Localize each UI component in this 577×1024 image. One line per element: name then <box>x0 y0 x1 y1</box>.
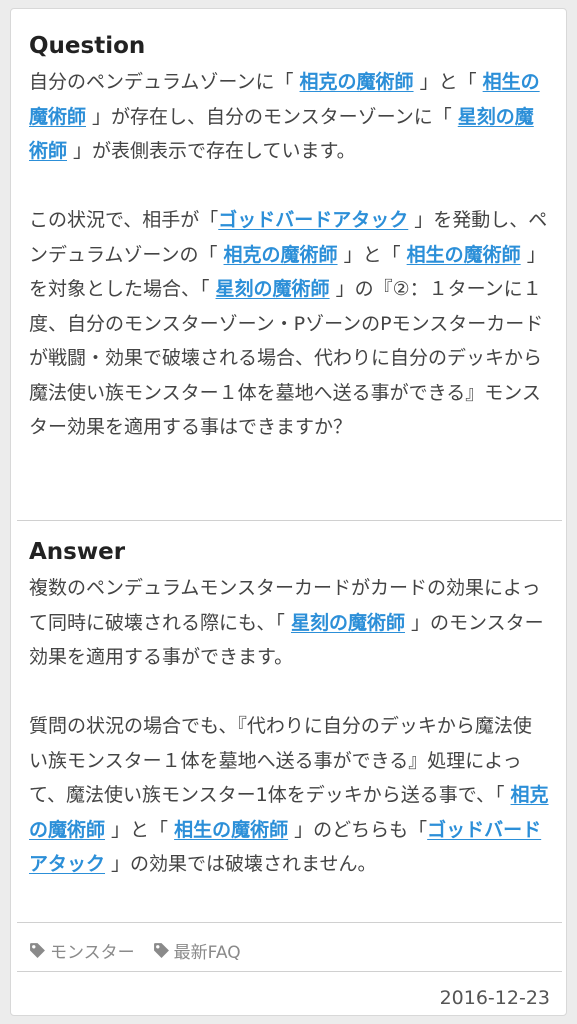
tag-list: モンスター 最新FAQ <box>29 937 241 963</box>
section-divider <box>17 520 562 521</box>
card-name-link[interactable]: 相克の魔術師 <box>300 71 414 93</box>
question-paragraph-1: 自分のペンデュラムゾーンに「 相克の魔術師 」と「 相生の魔術師 」が存在し、自… <box>29 65 550 169</box>
text-run: 」と「 <box>105 818 175 841</box>
answer-paragraph-2: 質問の状況の場合でも、『代わりに自分のデッキから魔法使い族モンスター１体を墓地へ… <box>29 709 550 882</box>
tag-monster[interactable]: モンスター <box>29 938 135 963</box>
text-run: 質問の状況の場合でも、『代わりに自分のデッキから魔法使い族モンスター１体を墓地へ… <box>29 715 532 806</box>
answer-body: 複数のペンデュラムモンスターカードがカードの効果によって同時に破壊される際にも、… <box>29 571 550 882</box>
answer-section: Answer 複数のペンデュラムモンスターカードがカードの効果によって同時に破壊… <box>11 537 568 882</box>
text-run: 」と「 <box>413 71 483 93</box>
answer-heading: Answer <box>29 539 126 565</box>
text-run: 」のどちらも「 <box>288 818 428 841</box>
card-name-link[interactable]: 相生の魔術師 <box>174 819 288 841</box>
tag-icon <box>153 942 169 958</box>
text-run: 」と「 <box>337 243 407 266</box>
question-heading: Question <box>29 33 146 59</box>
card-name-link[interactable]: 相克の魔術師 <box>224 244 338 266</box>
question-body: 自分のペンデュラムゾーンに「 相克の魔術師 」と「 相生の魔術師 」が存在し、自… <box>29 65 550 445</box>
tag-latest-faq[interactable]: 最新FAQ <box>153 938 241 963</box>
card-name-link[interactable]: 相生の魔術師 <box>407 244 521 266</box>
text-run: この状況で、相手が「 <box>29 209 219 231</box>
text-run: 自分のペンデュラムゾーンに「 <box>29 71 300 93</box>
tag-label: 最新FAQ <box>173 942 241 963</box>
text-run: 」が表側表示で存在しています。 <box>67 140 356 162</box>
text-run: 」が存在し、自分のモンスターゾーンに「 <box>86 105 458 128</box>
faq-card: Question 自分のペンデュラムゾーンに「 相克の魔術師 」と「 相生の魔術… <box>10 8 567 1016</box>
question-paragraph-2: この状況で、相手が「ゴッドバードアタック 」を発動し、ペンデュラムゾーンの「 相… <box>29 203 550 445</box>
tag-label: モンスター <box>50 942 135 963</box>
question-section: Question 自分のペンデュラムゾーンに「 相克の魔術師 」と「 相生の魔術… <box>11 31 568 445</box>
answer-paragraph-1: 複数のペンデュラムモンスターカードがカードの効果によって同時に破壊される際にも、… <box>29 571 550 675</box>
text-run: 」の効果では破壊されません。 <box>105 853 377 875</box>
date-divider <box>17 971 562 972</box>
tag-icon <box>30 942 45 958</box>
card-name-link[interactable]: 星刻の魔術師 <box>216 278 330 300</box>
card-name-link[interactable]: ゴッドバードアタック <box>218 209 408 231</box>
post-date: 2016-12-23 <box>439 987 550 1009</box>
tags-divider <box>17 922 562 923</box>
text-run: 」の『②：１ターンに１度、自分のモンスターゾーン・PゾーンのPモンスターカードが… <box>29 278 544 438</box>
card-name-link[interactable]: 星刻の魔術師 <box>291 612 405 634</box>
